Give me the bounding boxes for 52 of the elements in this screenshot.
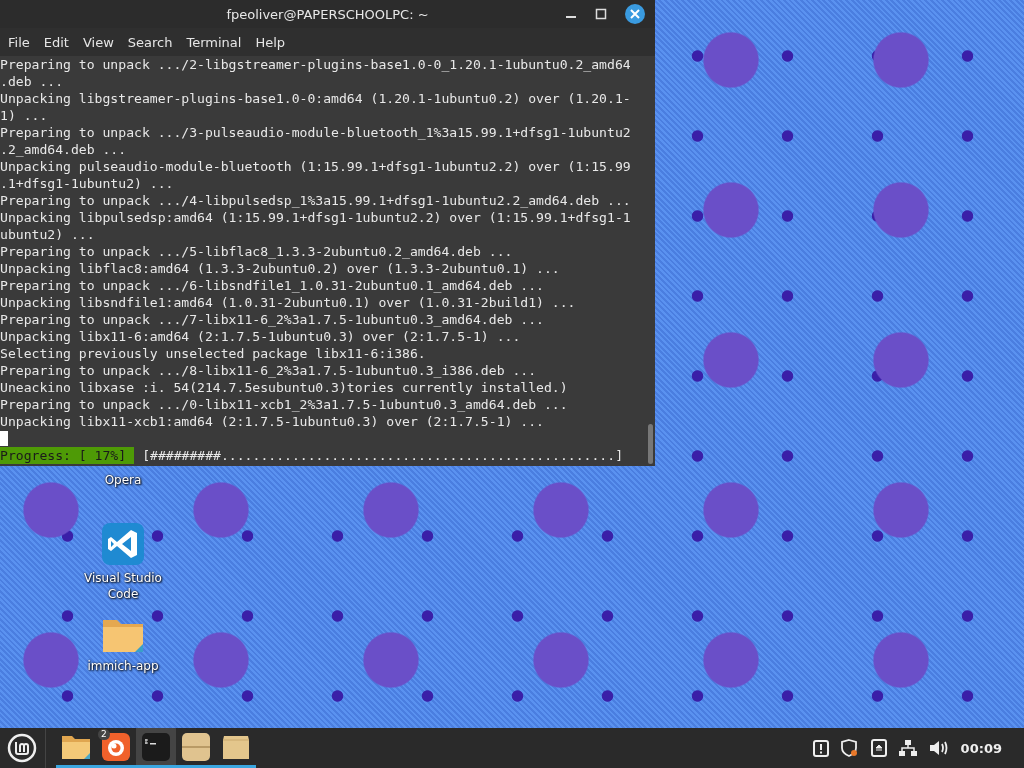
progress-label: Progress: [ 17%] bbox=[0, 447, 135, 464]
terminal-line: Preparing to unpack .../3-pulseaudio-module-bluetooth_1%3a15.99.1+dfsg1-1ubuntu2 bbox=[0, 124, 632, 141]
folder-icon bbox=[61, 733, 91, 760]
terminal-line: Unpacking libsndfile1:amd64 (1.0.31-2ubuntu0.1) over (1.0.31-2build1) ... bbox=[0, 294, 577, 311]
terminal-line: Unpacking libpulsedsp:amd64 (1:15.99.1+dfsg1-1ubuntu2.2) over (1:15.99.1+dfsg1-1 bbox=[0, 209, 632, 226]
terminal-line: Preparing to unpack .../7-libx11-6_2%3a1.7.5-1ubuntu0.3_amd64.deb ... bbox=[0, 311, 545, 328]
terminal-line: ubuntu2) ... bbox=[0, 226, 96, 243]
text-cursor bbox=[0, 431, 8, 446]
terminal-line: Preparing to unpack .../4-libpulsedsp_1%3a15.99.1+dfsg1-1ubuntu2.2_amd64.deb ... bbox=[0, 192, 632, 209]
progress-bar-text: [#########..................................................] bbox=[141, 447, 623, 464]
notification-badge: 2 bbox=[98, 729, 110, 740]
menu-item[interactable]: Terminal bbox=[180, 34, 248, 50]
maximize-icon[interactable] bbox=[595, 8, 607, 20]
menu-item[interactable]: File bbox=[2, 34, 36, 50]
package-icon bbox=[182, 732, 210, 761]
shield-icon[interactable] bbox=[840, 739, 859, 757]
terminal-line: Preparing to unpack .../2-libgstreamer-plugins-base1.0-0_1.20.1-1ubuntu0.2_amd64 bbox=[0, 56, 632, 73]
taskbar-app[interactable] bbox=[136, 728, 176, 768]
menu-item[interactable]: Edit bbox=[37, 34, 75, 50]
menu-item[interactable]: Help bbox=[249, 34, 292, 50]
eject-icon[interactable] bbox=[870, 739, 887, 757]
start-menu-icon[interactable] bbox=[7, 733, 37, 763]
terminal-line: Preparing to unpack .../8-libx11-6_2%3a1.7.5-1ubuntu0.3_i386.deb ... bbox=[0, 362, 538, 379]
terminal-line: .1+dfsg1-1ubuntu2) ... bbox=[0, 175, 175, 192]
terminal-line: .deb ... bbox=[0, 73, 65, 90]
terminal-line: .2_amd64.deb ... bbox=[0, 141, 128, 158]
volume-icon[interactable] bbox=[928, 739, 949, 757]
terminal-line: Unpacking pulseaudio-module-bluetooth (1:15.99.1+dfsg1-1ubuntu2.2) over (1:15.99 bbox=[0, 158, 632, 175]
terminal-line: Preparing to unpack .../0-libx11-xcb1_2%3a1.7.5-1ubuntu0.3_amd64.deb ... bbox=[0, 396, 569, 413]
desktop-icon-label[interactable]: Visual Studio Code bbox=[78, 570, 168, 602]
terminal-line: Selecting previously unselected package libx11-6:i386. bbox=[0, 345, 427, 362]
terminal-line: 1) ... bbox=[0, 107, 49, 124]
terminal-line: Preparing to unpack .../5-libflac8_1.3.3-2ubuntu0.2_amd64.deb ... bbox=[0, 243, 514, 260]
browser-icon bbox=[102, 732, 130, 761]
network-icon[interactable] bbox=[898, 739, 917, 757]
terminal-icon bbox=[142, 732, 170, 761]
clock[interactable]: 00:09 bbox=[960, 740, 1002, 756]
package-icon bbox=[222, 733, 250, 760]
desktop-icon-label[interactable]: Opera bbox=[78, 472, 168, 488]
scrollbar-thumb[interactable] bbox=[648, 424, 653, 464]
terminal-line: Unpacking libx11-xcb1:amd64 (2:1.7.5-1ubuntu0.3) over (2:1.7.5-1) ... bbox=[0, 413, 545, 430]
clipboard-icon[interactable] bbox=[812, 739, 829, 757]
code-editor-icon[interactable] bbox=[101, 522, 145, 566]
menu-item[interactable]: View bbox=[76, 34, 120, 50]
window-title: fpeoliver@PAPERSCHOOLPC: ~ bbox=[226, 6, 429, 22]
terminal-line: Preparing to unpack .../6-libsndfile1_1.0.31-2ubuntu0.1_amd64.deb ... bbox=[0, 277, 545, 294]
terminal-line: Uneackino libxase :i. 54(214.7.5esubuntu0.3)tories currently installed.) bbox=[0, 379, 569, 396]
terminal-line: Unpacking libx11-6:amd64 (2:1.7.5-1ubuntu0.3) over (2:1.7.5-1) ... bbox=[0, 328, 522, 345]
terminal-line: Unpacking libflac8:amd64 (1.3.3-2ubuntu0.2) over (1.3.3-2ubuntu0.1) ... bbox=[0, 260, 561, 277]
close-icon[interactable] bbox=[625, 4, 645, 24]
menu-item[interactable]: Search bbox=[121, 34, 179, 50]
terminal-line: Unpacking libgstreamer-plugins-base1.0-0:amd64 (1.20.1-1ubuntu0.2) over (1.20.1- bbox=[0, 90, 632, 107]
